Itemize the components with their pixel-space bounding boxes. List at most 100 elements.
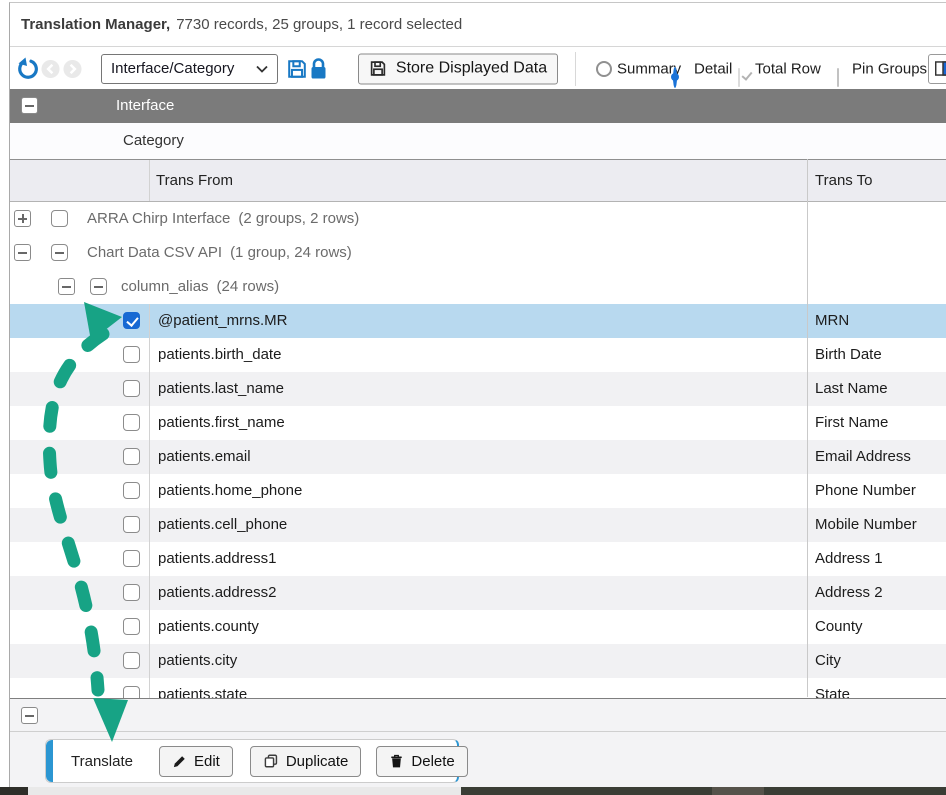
detail-radio[interactable] xyxy=(673,67,677,88)
row-checkbox[interactable] xyxy=(123,380,140,397)
collapse-icon[interactable] xyxy=(21,97,38,114)
summary-radio[interactable] xyxy=(596,61,612,77)
trans-to-column-header[interactable]: Trans To xyxy=(815,160,873,201)
trans-to-cell: MRN xyxy=(815,304,849,338)
chevron-down-icon xyxy=(256,65,268,73)
view-select-dropdown[interactable]: Interface/Category xyxy=(101,54,278,84)
group-count: (2 groups, 2 rows) xyxy=(238,210,359,227)
row-checkbox[interactable] xyxy=(123,618,140,635)
group-checkbox[interactable] xyxy=(90,278,107,295)
pencil-icon xyxy=(172,754,187,769)
collapse-icon[interactable] xyxy=(21,707,38,724)
trans-from-cell: patients.state xyxy=(158,678,247,698)
translate-action-group: Translate Edit Duplicate Delete xyxy=(45,739,459,783)
record-count-summary: 7730 records, 25 groups, 1 record select… xyxy=(176,16,462,33)
nav-back-icon[interactable] xyxy=(41,59,60,78)
row-checkbox[interactable] xyxy=(123,482,140,499)
table-row[interactable]: patients.birth_date Birth Date xyxy=(10,338,946,372)
store-displayed-data-button[interactable]: Store Displayed Data xyxy=(358,53,558,84)
table-row[interactable]: patients.stateState xyxy=(10,678,946,698)
trans-from-cell: patients.birth_date xyxy=(158,338,281,372)
duplicate-button[interactable]: Duplicate xyxy=(250,746,362,777)
column-divider xyxy=(149,474,150,508)
trans-from-cell: patients.address2 xyxy=(158,576,276,610)
trans-from-cell: patients.city xyxy=(158,644,237,678)
row-checkbox[interactable] xyxy=(123,448,140,465)
nav-forward-icon[interactable] xyxy=(63,59,82,78)
table-row[interactable]: patients.last_nameLast Name xyxy=(10,372,946,406)
row-checkbox[interactable] xyxy=(123,346,140,363)
column-divider xyxy=(149,440,150,474)
group-label: Chart Data CSV API(1 group, 24 rows) xyxy=(87,236,352,270)
trans-from-cell: patients.county xyxy=(158,610,259,644)
row-checkbox[interactable] xyxy=(123,652,140,669)
title-bar: Translation Manager, 7730 records, 25 gr… xyxy=(10,3,946,47)
trans-from-cell: @patient_mrns.MR xyxy=(158,304,287,338)
trans-from-cell: patients.home_phone xyxy=(158,474,302,508)
row-checkbox[interactable] xyxy=(123,414,140,431)
group-checkbox[interactable] xyxy=(51,244,68,261)
column-divider xyxy=(149,576,150,610)
column-divider xyxy=(149,372,150,406)
collapse-icon[interactable] xyxy=(58,278,75,295)
group-checkbox[interactable] xyxy=(51,210,68,227)
collapse-icon[interactable] xyxy=(14,244,31,261)
trans-from-cell: patients.last_name xyxy=(158,372,284,406)
detail-radio-label: Detail xyxy=(694,60,732,77)
duplicate-button-label: Duplicate xyxy=(286,753,349,770)
trans-from-cell: patients.address1 xyxy=(158,542,276,576)
expand-icon[interactable] xyxy=(14,210,31,227)
trans-to-cell: Birth Date xyxy=(815,338,882,372)
trans-to-cell: Phone Number xyxy=(815,474,916,508)
table-row[interactable]: patients.cityCity xyxy=(10,644,946,678)
table-row[interactable]: patients.county County xyxy=(10,610,946,644)
bottom-panel: Translate Edit Duplicate Delete xyxy=(10,698,946,788)
row-checkbox[interactable] xyxy=(123,516,140,533)
column-divider xyxy=(149,542,150,576)
row-checkbox[interactable] xyxy=(123,550,140,567)
table-row[interactable]: patients.first_nameFirst Name xyxy=(10,406,946,440)
translate-group-label: Translate xyxy=(71,753,133,770)
group-row: column_alias (24 rows) xyxy=(10,270,946,304)
grid-body: ARRA Chirp Interface (2 groups, 2 rows) Ch… xyxy=(10,202,946,698)
column-layout-button[interactable] xyxy=(928,54,946,84)
table-row[interactable]: patients.cell_phone Mobile Number xyxy=(10,508,946,542)
pin-groups-checkbox[interactable] xyxy=(837,68,839,87)
row-checkbox[interactable] xyxy=(123,312,140,329)
delete-button[interactable]: Delete xyxy=(376,746,467,777)
group-label: column_alias (24 rows) xyxy=(121,270,279,304)
table-row[interactable]: @patient_mrns.MR MRN xyxy=(10,304,946,338)
edit-button[interactable]: Edit xyxy=(159,746,233,777)
trans-from-column-header[interactable]: Trans From xyxy=(156,160,233,201)
table-row[interactable]: patients.emailEmail Address xyxy=(10,440,946,474)
category-header-label: Category xyxy=(123,123,184,159)
interface-group-header: Interface xyxy=(10,89,946,123)
interface-header-label: Interface xyxy=(116,89,174,123)
table-row[interactable]: patients.address1 Address 1 xyxy=(10,542,946,576)
lock-icon[interactable] xyxy=(309,57,328,80)
trash-icon xyxy=(389,753,404,769)
view-select-value: Interface/Category xyxy=(111,60,234,77)
trans-from-cell: patients.cell_phone xyxy=(158,508,287,542)
refresh-icon[interactable] xyxy=(16,57,40,81)
column-divider xyxy=(149,678,150,698)
trans-to-cell: Email Address xyxy=(815,440,911,474)
group-name: column_alias xyxy=(121,278,209,295)
total-row-checkbox[interactable] xyxy=(738,68,740,87)
row-checkbox[interactable] xyxy=(123,686,140,698)
trans-to-cell: Mobile Number xyxy=(815,508,917,542)
table-row[interactable]: patients.address2Address 2 xyxy=(10,576,946,610)
save-icon[interactable] xyxy=(286,58,308,80)
store-button-label: Store Displayed Data xyxy=(396,60,547,78)
group-name: Chart Data CSV API xyxy=(87,244,222,261)
columns-icon xyxy=(935,59,946,78)
table-row[interactable]: patients.home_phone Phone Number xyxy=(10,474,946,508)
column-divider xyxy=(149,644,150,678)
group-count: (24 rows) xyxy=(217,278,280,295)
group-name: ARRA Chirp Interface xyxy=(87,210,230,227)
trans-to-cell: County xyxy=(815,610,863,644)
trans-from-cell: patients.first_name xyxy=(158,406,285,440)
trans-to-cell: Address 1 xyxy=(815,542,883,576)
edit-button-label: Edit xyxy=(194,753,220,770)
row-checkbox[interactable] xyxy=(123,584,140,601)
